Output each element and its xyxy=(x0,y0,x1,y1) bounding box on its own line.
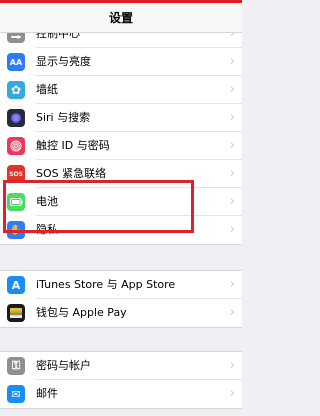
settings-row-siri[interactable]: Siri 与搜索 › xyxy=(0,104,242,132)
settings-row-label: 触控 ID 与密码 xyxy=(36,139,110,152)
settings-row-display-brightness[interactable]: AA 显示与亮度 › xyxy=(0,48,242,76)
settings-row-sos[interactable]: SOS SOS 紧急联络 › xyxy=(0,160,242,188)
siri-icon xyxy=(7,109,25,127)
settings-row-label: 邮件 xyxy=(36,387,58,400)
display-brightness-icon: AA xyxy=(7,53,25,71)
navigation-bar-overlay: 设置 xyxy=(0,3,242,33)
settings-row-mail[interactable]: ✉ 邮件 › xyxy=(0,380,242,408)
privacy-hand-icon: ✋ xyxy=(7,221,25,239)
chevron-right-icon: › xyxy=(229,222,235,237)
settings-row-wallpaper[interactable]: ✿ 墙纸 › xyxy=(0,76,242,104)
settings-row-label: iTunes Store 与 App Store xyxy=(36,278,176,291)
settings-row-label: 墙纸 xyxy=(36,83,58,96)
settings-row-label: 密码与帐户 xyxy=(36,359,91,372)
app-store-icon: A xyxy=(7,276,25,294)
chevron-right-icon: › xyxy=(229,305,235,320)
settings-row-battery[interactable]: 电池 › xyxy=(0,188,242,216)
settings-row-passwords-accounts[interactable]: ⚿ 密码与帐户 › xyxy=(0,352,242,380)
chevron-right-icon: › xyxy=(229,386,235,401)
chevron-right-icon: › xyxy=(229,358,235,373)
touch-id-icon xyxy=(7,137,25,155)
settings-row-label: SOS 紧急联络 xyxy=(36,167,107,180)
settings-row-label: 电池 xyxy=(36,195,58,208)
page-title-overlay: 设置 xyxy=(108,11,133,25)
settings-group-accounts: ⚿ 密码与帐户 › ✉ 邮件 › xyxy=(0,351,242,409)
sos-icon: SOS xyxy=(7,165,25,183)
chevron-right-icon: › xyxy=(229,54,235,69)
settings-row-touch-id[interactable]: 触控 ID 与密码 › xyxy=(0,132,242,160)
settings-group-general: 控制中心 › AA 显示与亮度 › ✿ 墙纸 › Siri 与搜索 › 触控 I… xyxy=(0,19,242,245)
chevron-right-icon: › xyxy=(229,138,235,153)
settings-row-privacy[interactable]: ✋ 隐私 › xyxy=(0,216,242,244)
mail-icon: ✉ xyxy=(7,385,25,403)
key-icon: ⚿ xyxy=(7,357,25,375)
wallet-icon xyxy=(7,304,25,322)
settings-row-label: 钱包与 Apple Pay xyxy=(36,306,127,319)
settings-row-itunes-app-store[interactable]: A iTunes Store 与 App Store › xyxy=(0,271,242,299)
settings-row-label: Siri 与搜索 xyxy=(36,111,91,124)
battery-icon xyxy=(7,193,25,211)
wallpaper-icon: ✿ xyxy=(7,81,25,99)
settings-row-label: 隐私 xyxy=(36,223,58,236)
chevron-right-icon: › xyxy=(229,110,235,125)
chevron-right-icon: › xyxy=(229,82,235,97)
chevron-right-icon: › xyxy=(229,277,235,292)
chevron-right-icon: › xyxy=(229,194,235,209)
settings-group-stores: A iTunes Store 与 App Store › 钱包与 Apple P… xyxy=(0,270,242,328)
chevron-right-icon: › xyxy=(229,166,235,181)
settings-row-label: 显示与亮度 xyxy=(36,55,91,68)
settings-row-wallet-apple-pay[interactable]: 钱包与 Apple Pay › xyxy=(0,299,242,327)
